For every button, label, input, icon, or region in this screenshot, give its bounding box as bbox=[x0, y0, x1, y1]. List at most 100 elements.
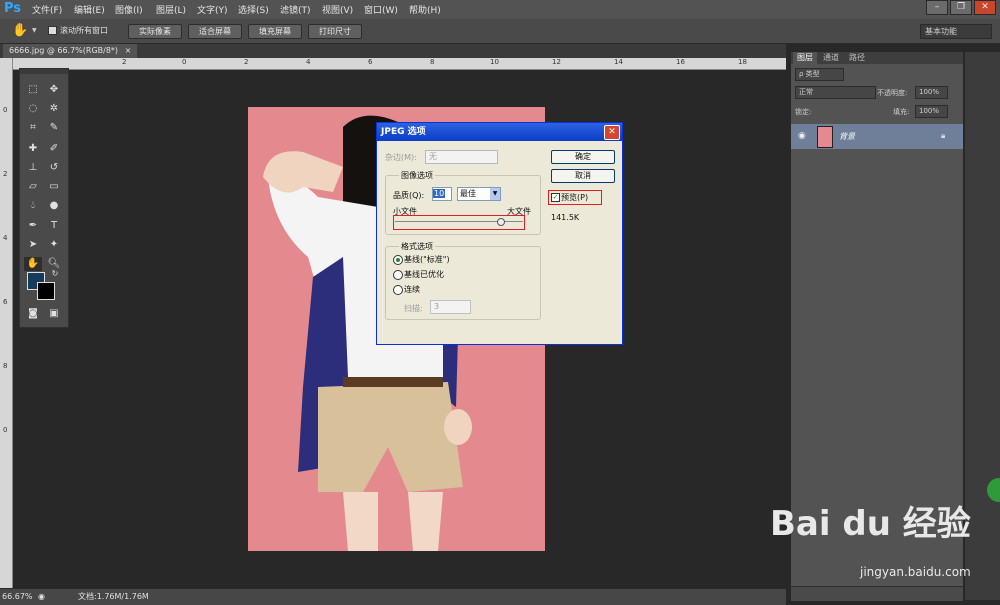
baseline-standard-radio[interactable] bbox=[393, 255, 403, 265]
ruler-left-label: 0 bbox=[3, 106, 8, 114]
menu-window[interactable]: 窗口(W) bbox=[364, 3, 398, 16]
zoom-level[interactable]: 66.67% bbox=[2, 589, 33, 604]
options-bar: ✋ ▼ 滚动所有窗口 实际像素 适合屏幕 填充屏幕 打印尺寸 基本功能 bbox=[0, 19, 1000, 44]
screen-mode-icon[interactable]: ▣ bbox=[45, 307, 63, 321]
restore-icon[interactable]: ❐ bbox=[950, 0, 972, 15]
scroll-all-checkbox[interactable] bbox=[48, 26, 57, 35]
background-color-swatch[interactable] bbox=[37, 282, 55, 300]
status-menu-icon[interactable]: ◉ bbox=[38, 589, 45, 604]
opacity-input[interactable]: 100% bbox=[915, 86, 948, 99]
fill-input[interactable]: 100% bbox=[915, 105, 948, 118]
document-tab-close-icon[interactable]: × bbox=[125, 46, 132, 55]
menu-filter[interactable]: 滤镜(T) bbox=[280, 3, 311, 16]
crop-tool-icon[interactable]: ⌗ bbox=[24, 121, 42, 135]
ruler-top: 2 0 2 4 6 8 10 12 14 16 18 bbox=[12, 58, 786, 70]
menu-type[interactable]: 文字(Y) bbox=[197, 3, 228, 16]
menu-view[interactable]: 视图(V) bbox=[322, 3, 353, 16]
magic-wand-tool-icon[interactable]: ✲ bbox=[45, 102, 63, 116]
quality-slider-highlight bbox=[393, 215, 525, 230]
ok-button[interactable]: 确定 bbox=[551, 150, 615, 164]
tab-layers[interactable]: 图层 bbox=[793, 52, 817, 64]
history-brush-tool-icon[interactable]: ↺ bbox=[45, 161, 63, 175]
hand-tool-icon[interactable]: ✋ bbox=[12, 23, 28, 38]
menu-edit[interactable]: 编辑(E) bbox=[74, 3, 105, 16]
side-tab-indicator[interactable] bbox=[987, 478, 1000, 502]
clone-stamp-tool-icon[interactable]: ⊥ bbox=[24, 161, 42, 175]
eraser-tool-icon[interactable]: ▱ bbox=[24, 180, 42, 194]
ruler-left-label: 4 bbox=[3, 234, 8, 242]
layer-row-background[interactable]: ◉ 背景 🔒︎ bbox=[791, 124, 963, 149]
small-file-label: 小文件 bbox=[393, 207, 417, 216]
layer-kind-filter[interactable]: ρ 类型 bbox=[795, 68, 844, 81]
tab-paths[interactable]: 路径 bbox=[845, 52, 869, 64]
quality-label: 品质(Q): bbox=[393, 191, 425, 200]
print-size-button[interactable]: 打印尺寸 bbox=[308, 24, 362, 39]
menu-help[interactable]: 帮助(H) bbox=[409, 3, 441, 16]
close-icon[interactable]: ✕ bbox=[974, 0, 996, 15]
blend-mode-select[interactable]: 正常 bbox=[795, 86, 876, 99]
window-controls: – ❐ ✕ bbox=[926, 0, 996, 15]
dialog-close-icon[interactable]: ✕ bbox=[604, 125, 620, 140]
progressive-label: 连续 bbox=[404, 285, 420, 294]
baidu-watermark-url: jingyan.baidu.com bbox=[860, 565, 971, 579]
menu-image[interactable]: 图像(I) bbox=[115, 3, 143, 16]
fill-screen-button[interactable]: 填充屏幕 bbox=[248, 24, 302, 39]
eye-icon[interactable]: ◉ bbox=[798, 131, 806, 141]
quality-input[interactable]: 10 bbox=[432, 187, 452, 201]
cancel-button[interactable]: 取消 bbox=[551, 169, 615, 183]
matte-select[interactable]: 无 bbox=[425, 150, 498, 164]
ruler-left-label: 2 bbox=[3, 170, 8, 178]
ruler-top-label: 2 bbox=[244, 58, 249, 66]
path-selection-tool-icon[interactable]: ➤ bbox=[24, 238, 42, 252]
actual-pixels-button[interactable]: 实际像素 bbox=[128, 24, 182, 39]
fit-screen-button[interactable]: 适合屏幕 bbox=[188, 24, 242, 39]
tab-channels[interactable]: 通道 bbox=[819, 52, 843, 64]
progressive-radio[interactable] bbox=[393, 285, 403, 295]
preview-checkbox[interactable]: ✓ bbox=[551, 193, 560, 202]
menu-layer[interactable]: 图层(L) bbox=[156, 3, 186, 16]
dialog-title[interactable]: JPEG 选项 bbox=[377, 123, 622, 141]
dodge-tool-icon[interactable]: ● bbox=[45, 199, 63, 213]
ruler-top-label: 16 bbox=[676, 58, 685, 66]
ruler-top-label: 10 bbox=[490, 58, 499, 66]
minimize-icon[interactable]: – bbox=[926, 0, 948, 15]
ruler-left: 0 2 4 6 8 0 bbox=[0, 58, 13, 588]
scans-label: 扫描: bbox=[404, 304, 423, 313]
quick-mask-icon[interactable]: ◙ bbox=[24, 307, 42, 321]
ruler-left-label: 6 bbox=[3, 298, 8, 306]
status-bar: 66.67% ◉ 文档:1.76M/1.76M bbox=[0, 588, 786, 605]
baseline-optimized-radio[interactable] bbox=[393, 270, 403, 280]
ruler-top-label: 18 bbox=[738, 58, 747, 66]
hand-tool-icon[interactable]: ✋ bbox=[24, 257, 42, 271]
tool-preset-chevron-icon[interactable]: ▼ bbox=[32, 27, 37, 34]
lasso-tool-icon[interactable]: ◌ bbox=[24, 102, 42, 116]
toolbox: ⬚ ✥ ◌ ✲ ⌗ ✎ ✚ ✐ ⊥ ↺ ▱ ▭ 💧︎ ● ✒ T ➤ ✦ ✋ 🔍… bbox=[19, 68, 69, 328]
baseline-optimized-label: 基线已优化 bbox=[404, 270, 444, 279]
baidu-watermark-logo: Bai du 经验 bbox=[770, 504, 971, 544]
quality-preset-select[interactable]: 最佳 ▼ bbox=[457, 187, 501, 201]
quality-preset-value: 最佳 bbox=[460, 189, 476, 198]
brush-tool-icon[interactable]: ✐ bbox=[45, 142, 63, 156]
scans-select[interactable]: 3 bbox=[430, 300, 471, 314]
layer-name[interactable]: 背景 bbox=[839, 131, 855, 142]
shape-tool-icon[interactable]: ✦ bbox=[45, 238, 63, 252]
document-tab[interactable]: 6666.jpg @ 66.7%(RGB/8*) × bbox=[3, 44, 138, 58]
workspace-select[interactable]: 基本功能 bbox=[920, 24, 992, 39]
menu-select[interactable]: 选择(S) bbox=[238, 3, 269, 16]
pen-tool-icon[interactable]: ✒ bbox=[24, 219, 42, 233]
gradient-tool-icon[interactable]: ▭ bbox=[45, 180, 63, 194]
healing-brush-tool-icon[interactable]: ✚ bbox=[24, 142, 42, 156]
swap-colors-icon[interactable]: ↻ bbox=[46, 267, 64, 281]
menu-file[interactable]: 文件(F) bbox=[32, 3, 62, 16]
lock-icon: 🔒︎ bbox=[941, 131, 946, 140]
large-file-label: 大文件 bbox=[507, 207, 531, 216]
type-tool-icon[interactable]: T bbox=[45, 219, 63, 233]
eyedropper-tool-icon[interactable]: ✎ bbox=[45, 121, 63, 135]
matte-label: 杂边(M): bbox=[385, 153, 417, 162]
toolbox-grip[interactable] bbox=[20, 69, 68, 74]
marquee-tool-icon[interactable]: ⬚ bbox=[24, 83, 42, 97]
move-tool-icon[interactable]: ✥ bbox=[45, 83, 63, 97]
image-options-title: 图像选项 bbox=[399, 170, 435, 181]
ruler-top-label: 14 bbox=[614, 58, 623, 66]
blur-tool-icon[interactable]: 💧︎ bbox=[24, 199, 42, 213]
